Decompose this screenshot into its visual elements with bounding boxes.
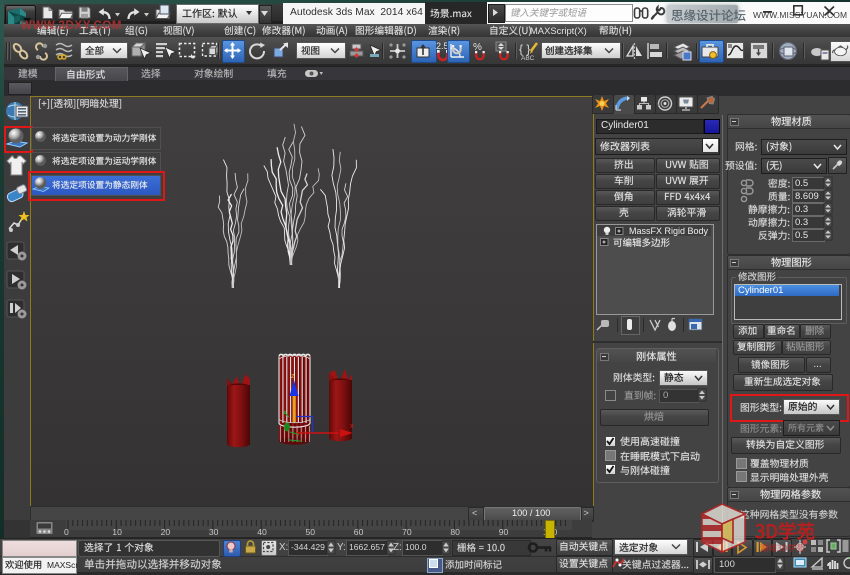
svg-text:x: x [350, 421, 354, 430]
svg-text:z: z [291, 373, 295, 380]
